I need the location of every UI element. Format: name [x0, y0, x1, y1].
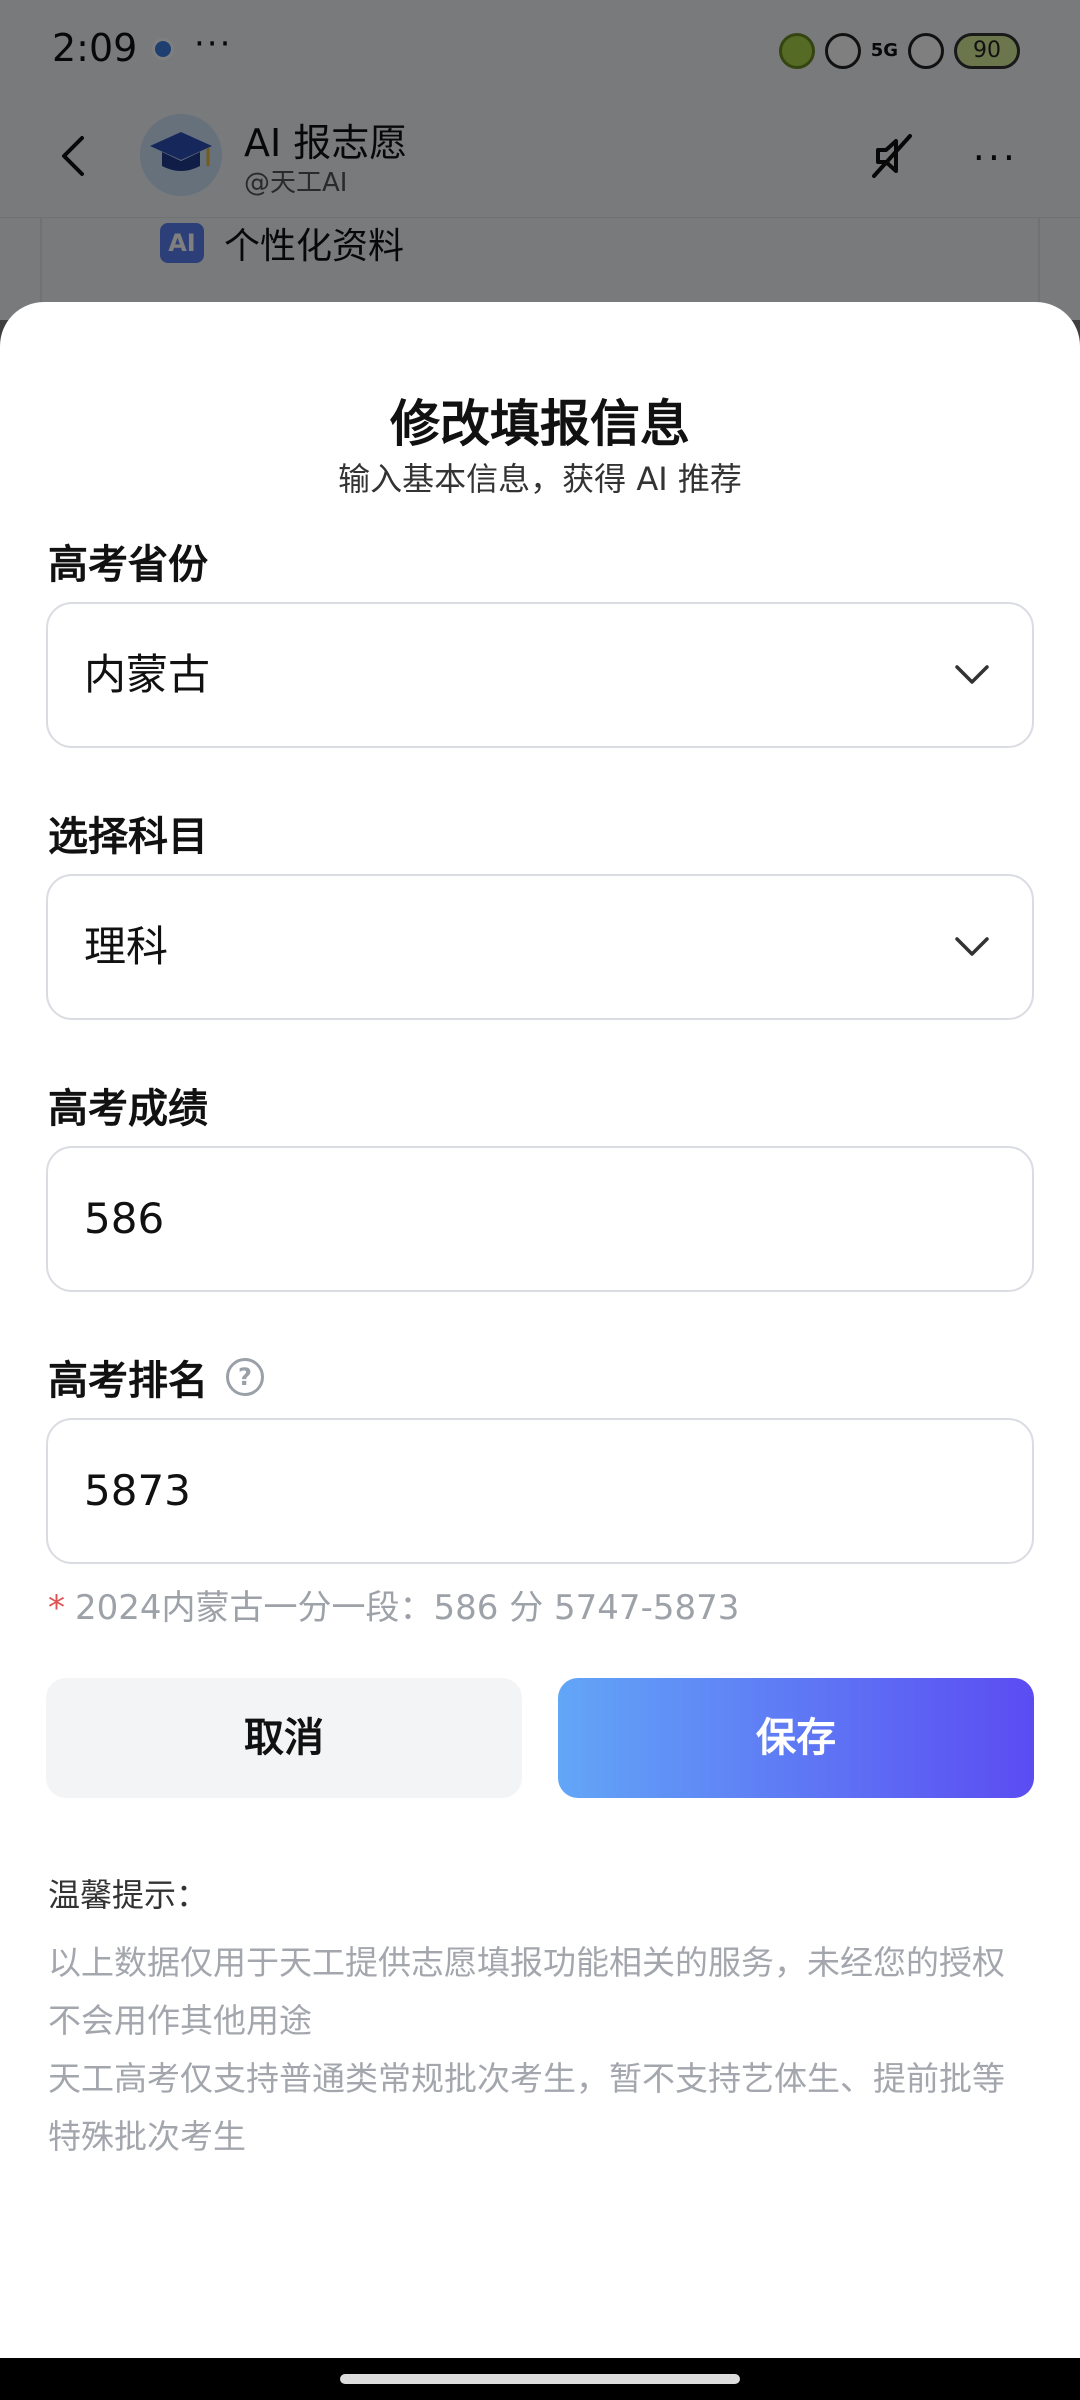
sheet-subtitle: 输入基本信息，获得 AI 推荐	[338, 460, 742, 498]
province-value: 内蒙古	[84, 650, 211, 699]
rank-label-text: 高考排名	[48, 1358, 208, 1404]
province-label: 高考省份	[48, 532, 208, 590]
save-button[interactable]: 保存	[558, 1678, 1034, 1798]
subject-select[interactable]: 理科	[46, 874, 1034, 1020]
tips-line: 以上数据仅用于天工提供志愿填报功能相关的服务，未经您的授权不会用作其他用途	[48, 1943, 1005, 2040]
province-label-text: 高考省份	[48, 542, 208, 588]
chevron-down-icon	[955, 665, 989, 684]
score-value: 586	[84, 1194, 165, 1243]
edit-info-sheet: 修改填报信息 输入基本信息，获得 AI 推荐 高考省份 内蒙古 选择科目 理科 …	[0, 302, 1080, 2358]
help-icon[interactable]: ?	[226, 1358, 264, 1396]
cancel-button[interactable]: 取消	[46, 1678, 522, 1798]
sheet-title: 修改填报信息	[390, 395, 690, 453]
tips-title: 温馨提示：	[48, 1876, 209, 1914]
rank-note-text: 2024内蒙古一分一段：586 分 5747-5873	[75, 1588, 740, 1628]
rank-value: 5873	[84, 1466, 191, 1515]
score-label: 高考成绩	[48, 1076, 208, 1134]
home-indicator[interactable]	[340, 2374, 740, 2384]
subject-label: 选择科目	[48, 804, 208, 862]
score-label-text: 高考成绩	[48, 1086, 208, 1132]
system-nav-bar	[0, 2358, 1080, 2400]
rank-note: * 2024内蒙古一分一段：586 分 5747-5873	[48, 1580, 739, 1629]
subject-value: 理科	[84, 922, 169, 971]
score-input[interactable]: 586	[46, 1146, 1034, 1292]
subject-label-text: 选择科目	[48, 814, 208, 860]
tips-line: 天工高考仅支持普通类常规批次考生，暂不支持艺体生、提前批等特殊批次考生	[48, 2059, 1005, 2156]
rank-label: 高考排名 ?	[48, 1348, 264, 1406]
required-star: *	[48, 1588, 65, 1628]
rank-input[interactable]: 5873	[46, 1418, 1034, 1564]
province-select[interactable]: 内蒙古	[46, 602, 1034, 748]
screen: 2:09 ··· 5G 90 AI 报志愿	[0, 0, 1080, 2400]
chevron-down-icon	[955, 937, 989, 956]
